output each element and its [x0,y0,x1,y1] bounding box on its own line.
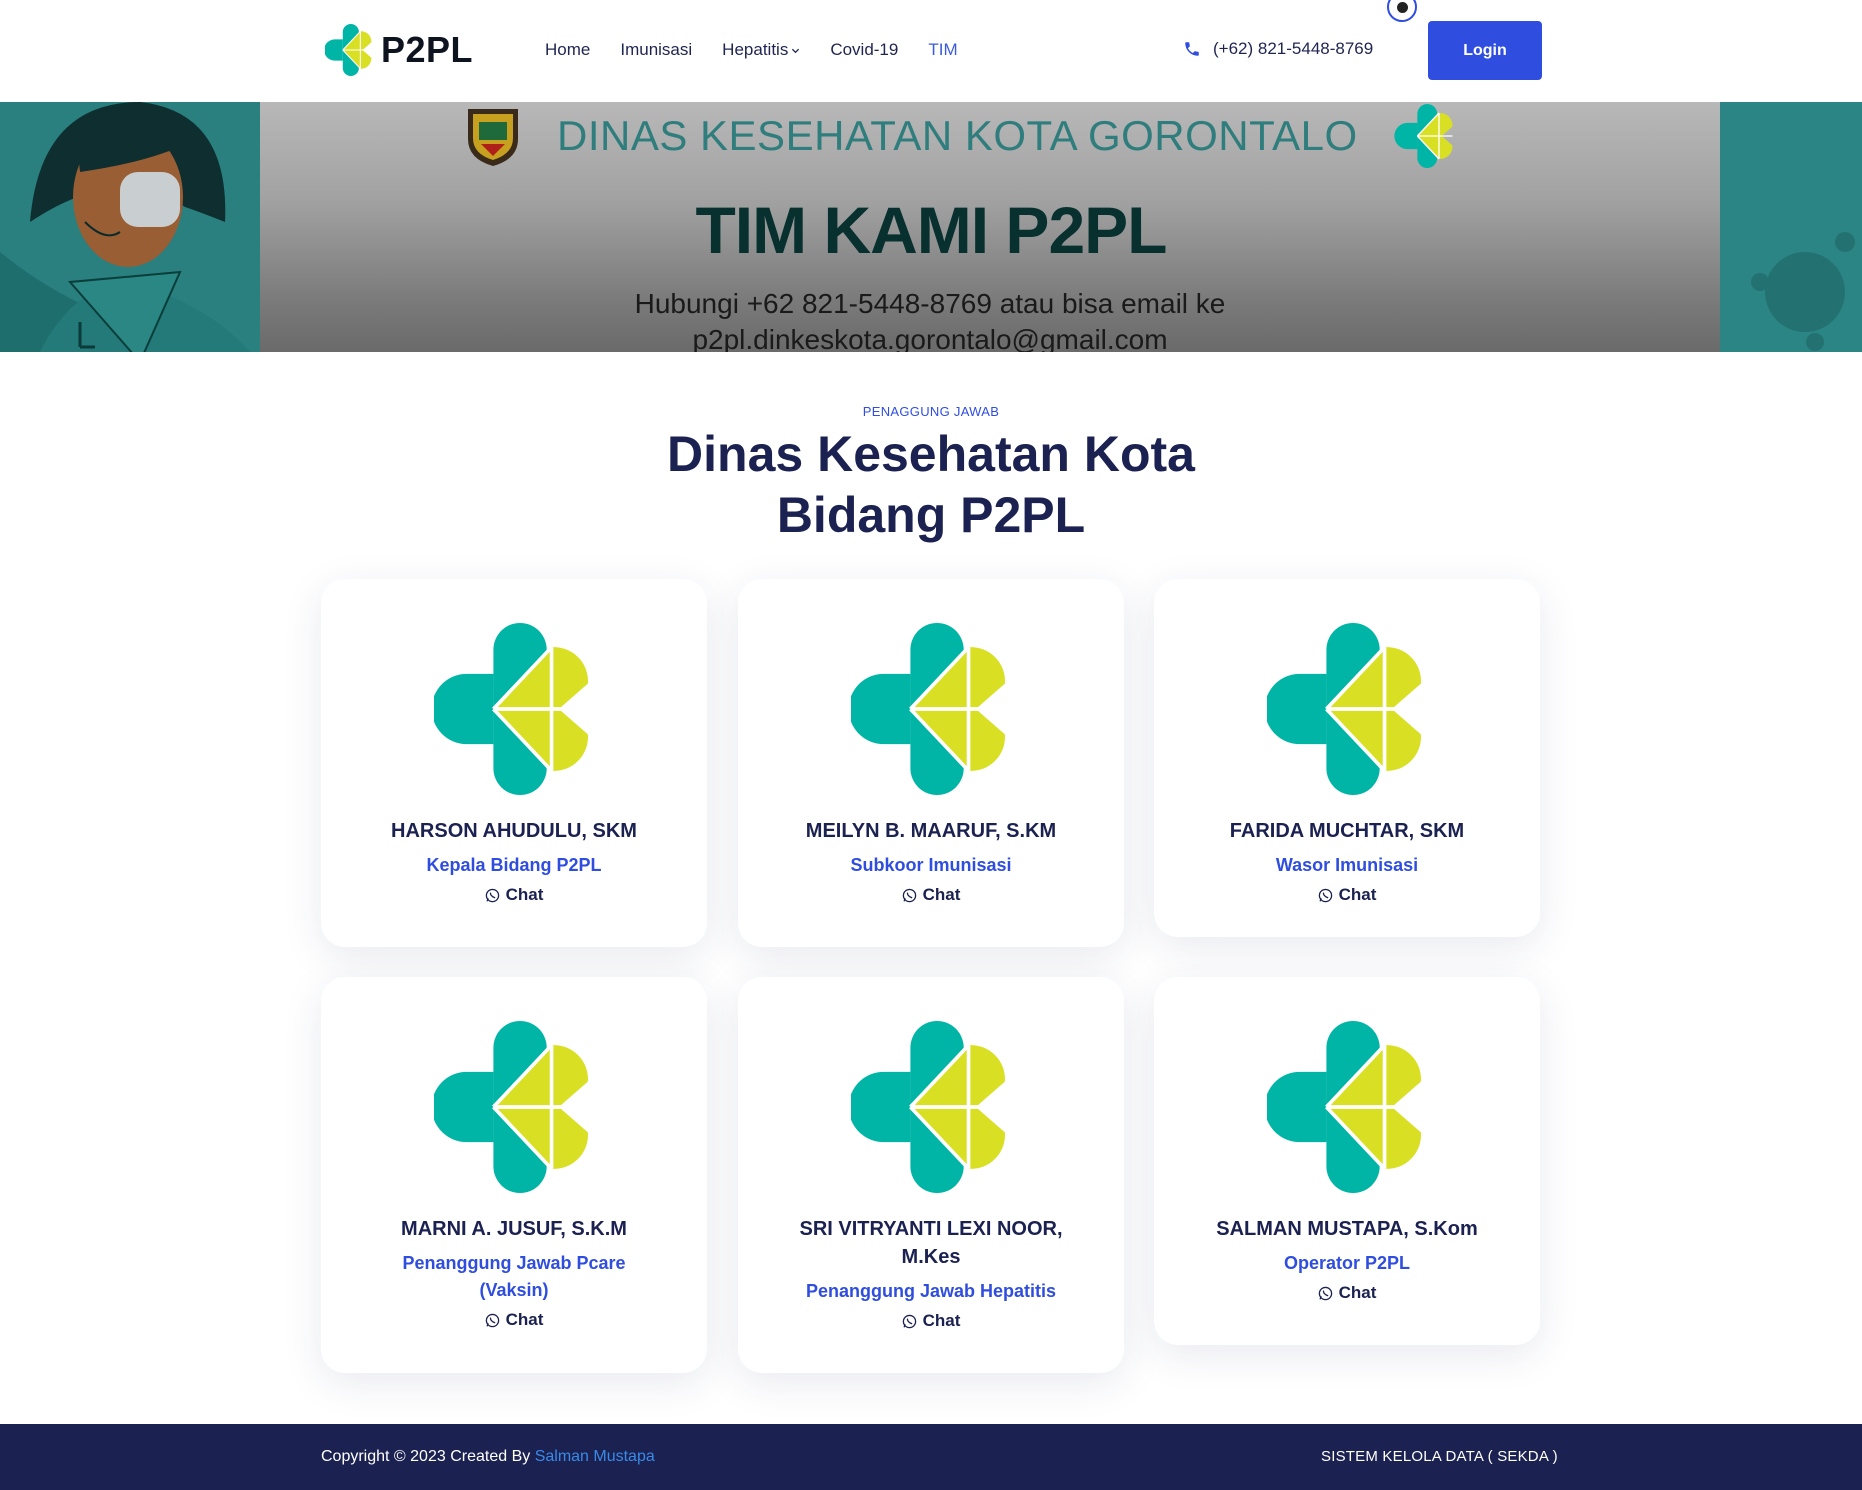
nav-covid-19[interactable]: Covid-19 [830,40,898,60]
nav-hepatitis-label: Hepatitis [722,40,789,59]
kemenkes-logo-icon [434,623,588,795]
member-name: SRI VITRYANTI LEXI NOOR, M.Kes [799,1218,1063,1268]
member-role: Subkoor Imunisasi [850,855,1012,875]
phone-icon [1185,42,1199,56]
chat-label: Chat [1338,1283,1377,1302]
chat-button[interactable]: Chat [1318,885,1377,905]
kemenkes-logo-icon [434,1021,588,1193]
section-title-line-2: Bidang P2PL [776,487,1086,543]
nav-tim[interactable]: TIM [928,40,957,60]
section-eyebrow: PENAGGUNG JAWAB [862,404,1000,419]
chat-label: Chat [505,885,544,904]
team-card: SALMAN MUSTAPA, S.Kom Operator P2PL Chat [1154,977,1540,1345]
kemenkes-logo-icon [1394,104,1453,168]
org-name: DINAS KESEHATAN KOTA GORONTALO [557,112,1358,159]
whatsapp-icon [1318,1286,1332,1300]
section-title-line-1: Dinas Kesehatan Kota [667,426,1195,482]
member-role: Penanggung Jawab Pcare (Vaksin) [402,1253,626,1300]
team-card: SRI VITRYANTI LEXI NOOR, M.Kes Penanggun… [738,977,1124,1373]
chat-label: Chat [505,1310,544,1329]
banner-subtitle: Hubungi +62 821-5448-8769 atau bisa emai… [600,286,1260,352]
org-header: DINAS KESEHATAN KOTA GORONTALO [463,104,1456,168]
team-card: HARSON AHUDULU, SKM Kepala Bidang P2PL C… [321,579,707,947]
kemenkes-logo-icon [851,1021,1005,1193]
whatsapp-icon [485,888,499,902]
chat-button[interactable]: Chat [902,1311,961,1331]
gorontalo-crest-icon [468,109,518,166]
brand-name: P2PL [381,29,474,70]
kemenkes-logo-icon [325,24,372,76]
login-button[interactable]: Login [1428,21,1542,80]
nav-home[interactable]: Home [545,40,590,60]
team-card: FARIDA MUCHTAR, SKM Wasor Imunisasi Chat [1154,579,1540,937]
member-name: SALMAN MUSTAPA, S.Kom [1216,1218,1478,1240]
phone-number: (+62) 821-5448-8769 [1213,39,1374,58]
nav-hepatitis[interactable]: Hepatitis [722,40,800,60]
chat-label: Chat [922,1311,961,1330]
whatsapp-icon [902,888,916,902]
team-card: MARNI A. JUSUF, S.K.M Penanggung Jawab P… [321,977,707,1373]
main-nav: Home Imunisasi Hepatitis Covid-19 TIM [545,40,958,60]
header-phone[interactable]: (+62) 821-5448-8769 [1183,39,1373,59]
chat-label: Chat [1338,885,1377,904]
section-title: Dinas Kesehatan Kota Bidang P2PL [0,424,1862,546]
kemenkes-logo-icon [1267,623,1421,795]
hero-banner: DINAS KESEHATAN KOTA GORONTALO TIM KAMI … [0,102,1862,352]
footer-system-name: SISTEM KELOLA DATA ( SEKDA ) [1321,1448,1558,1465]
site-footer: Copyright © 2023 Created By Salman Musta… [0,1424,1862,1490]
copyright: Copyright © 2023 Created By Salman Musta… [321,1448,655,1466]
copyright-text: Copyright © 2023 Created By [321,1448,535,1465]
banner-title: TIM KAMI P2PL [695,193,1167,267]
chat-button[interactable]: Chat [485,1310,544,1330]
chevron-down-icon [792,48,800,53]
member-name: HARSON AHUDULU, SKM [391,820,637,842]
member-role: Kepala Bidang P2PL [426,855,602,875]
chat-label: Chat [922,885,961,904]
author-link[interactable]: Salman Mustapa [535,1448,655,1465]
brand[interactable]: P2PL [325,24,473,76]
member-role: Wasor Imunisasi [1275,855,1419,875]
chat-button[interactable]: Chat [485,885,544,905]
banner-subtitle-line-1: Hubungi +62 821-5448-8769 atau bisa emai… [634,288,1226,319]
member-name: MARNI A. JUSUF, S.K.M [401,1218,627,1240]
scroll-indicator[interactable] [1387,0,1417,22]
member-role: Penanggung Jawab Hepatitis [805,1281,1057,1301]
member-role: Operator P2PL [1283,1253,1411,1273]
team-card: MEILYN B. MAARUF, S.KM Subkoor Imunisasi… [738,579,1124,947]
site-header: P2PL Home Imunisasi Hepatitis Covid-19 T… [0,0,1862,102]
whatsapp-icon [902,1314,916,1328]
kemenkes-logo-icon [1267,1021,1421,1193]
banner-email: p2pl.dinkeskota.gorontalo@gmail.com [692,324,1168,352]
chat-button[interactable]: Chat [902,885,961,905]
member-name: MEILYN B. MAARUF, S.KM [805,820,1057,842]
member-name: FARIDA MUCHTAR, SKM [1229,820,1465,842]
chat-button[interactable]: Chat [1318,1283,1377,1303]
nav-imunisasi[interactable]: Imunisasi [620,40,692,60]
kemenkes-logo-icon [851,623,1005,795]
whatsapp-icon [485,1313,499,1327]
whatsapp-icon [1318,888,1332,902]
